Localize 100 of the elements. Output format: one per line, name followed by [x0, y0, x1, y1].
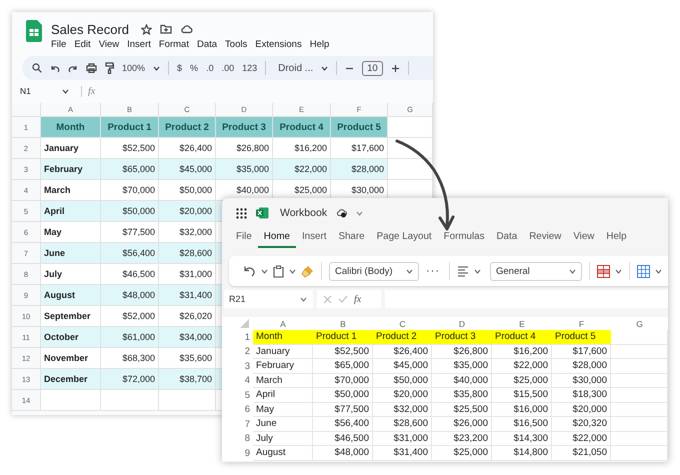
menu-item[interactable]: Tools	[225, 39, 248, 50]
table-cell: Product 2	[159, 117, 216, 138]
caret-icon[interactable]	[615, 268, 622, 274]
increase-decimal-button[interactable]: .00	[222, 63, 234, 73]
brush-icon[interactable]	[301, 264, 314, 278]
table-cell: $14,300	[492, 432, 552, 446]
row-number[interactable]: 9	[222, 446, 253, 460]
paint-format-icon[interactable]	[105, 62, 114, 74]
ribbon-tab[interactable]: Review	[523, 228, 568, 248]
percent-button[interactable]: %	[190, 63, 198, 73]
table-cell: $25,000	[432, 446, 492, 460]
caret-icon[interactable]	[261, 268, 268, 274]
caret-icon[interactable]	[62, 88, 69, 94]
table-cell	[388, 117, 433, 138]
font-dropdown[interactable]: Droid ...	[278, 62, 314, 74]
table-cell: January	[253, 344, 313, 359]
font-size-field[interactable]: 10	[362, 60, 383, 76]
row-number[interactable]: 3	[222, 359, 253, 374]
table-cell	[611, 446, 668, 460]
ribbon-tab[interactable]: Insert	[296, 228, 332, 248]
menu-item[interactable]: Insert	[127, 39, 151, 50]
table-cell: $16,500	[492, 417, 552, 432]
ribbon-tab[interactable]: Share	[332, 228, 371, 248]
table-cell	[388, 138, 433, 159]
formula-input-field[interactable]	[385, 290, 668, 308]
table-cell: June	[41, 243, 101, 264]
table-cell: $32,000	[373, 402, 432, 417]
table-cell: August	[41, 285, 101, 306]
number-format-button[interactable]: 123	[242, 63, 258, 73]
ribbon-tab[interactable]: Data	[490, 228, 524, 248]
name-box[interactable]: R21	[224, 290, 313, 308]
excel-logo-icon[interactable]	[256, 207, 269, 219]
caret-icon[interactable]	[474, 268, 481, 274]
row-number[interactable]: 8	[222, 432, 253, 446]
table-cell: $22,000	[552, 432, 611, 446]
table-cell: $18,300	[552, 388, 611, 402]
ribbon-tab[interactable]: View	[567, 228, 600, 248]
column-header[interactable]: D	[432, 317, 492, 330]
table-cell: $22,000	[273, 159, 331, 180]
row-number[interactable]: 1	[222, 330, 253, 344]
menu-item[interactable]: Help	[310, 39, 330, 50]
app-grid-icon[interactable]	[236, 208, 247, 218]
caret-icon[interactable]	[655, 268, 662, 274]
borders-icon[interactable]	[597, 264, 610, 278]
caret-icon[interactable]	[153, 66, 160, 70]
column-header[interactable]: A	[253, 317, 313, 330]
cloud-icon[interactable]	[180, 24, 194, 34]
column-header[interactable]: C	[373, 317, 432, 330]
cloud-sync-icon[interactable]	[336, 208, 348, 218]
table-icon[interactable]	[637, 264, 650, 278]
menu-item[interactable]: Edit	[74, 39, 91, 50]
menu-item[interactable]: Data	[196, 39, 218, 50]
table-cell: $65,000	[101, 159, 159, 180]
menu-item[interactable]: Extensions	[255, 39, 302, 50]
ribbon-tab[interactable]: Home	[258, 228, 296, 248]
row-number[interactable]: 4	[222, 374, 253, 388]
table-cell: $25,500	[432, 402, 492, 417]
ribbon-tab[interactable]: Page Layout	[370, 228, 438, 248]
decrease-decimal-button[interactable]: .0	[206, 63, 214, 73]
caret-icon[interactable]	[321, 66, 328, 70]
number-format-dropdown[interactable]: General	[490, 262, 582, 280]
ribbon-tab[interactable]: Formulas	[438, 228, 490, 248]
search-icon[interactable]	[32, 63, 42, 73]
caret-icon[interactable]	[569, 268, 576, 274]
folder-icon[interactable]	[160, 24, 172, 34]
star-icon[interactable]	[141, 24, 152, 34]
undo-icon[interactable]	[50, 64, 60, 72]
font-dropdown[interactable]: Calibri (Body)	[329, 262, 419, 280]
currency-button[interactable]: $	[177, 63, 182, 73]
row-number[interactable]: 6	[222, 402, 253, 417]
column-header[interactable]: B	[313, 317, 373, 330]
plus-icon[interactable]	[390, 64, 400, 72]
menu-item[interactable]: File	[51, 39, 66, 50]
column-header[interactable]: E	[492, 317, 552, 330]
ribbon-tab[interactable]: File	[230, 228, 258, 248]
row-number[interactable]: 7	[222, 417, 253, 432]
caret-icon[interactable]	[406, 268, 413, 274]
column-header[interactable]: F	[552, 317, 611, 330]
more-options-button[interactable]: ···	[424, 265, 442, 277]
name-box[interactable]: N1	[20, 86, 58, 96]
column-header[interactable]: G	[611, 317, 668, 330]
table-cell: July	[253, 432, 313, 446]
check-icon[interactable]	[338, 295, 348, 303]
table-cell: $16,000	[492, 402, 552, 417]
formula-label[interactable]: fx	[354, 294, 362, 304]
menu-item[interactable]: Format	[158, 39, 189, 50]
align-icon[interactable]	[457, 266, 469, 276]
document-title[interactable]: Workbook	[280, 207, 328, 219]
undo-icon[interactable]	[243, 265, 256, 277]
redo-icon[interactable]	[68, 64, 78, 72]
zoom-dropdown[interactable]: 100%	[122, 63, 146, 73]
document-title: Sales Record	[51, 22, 130, 36]
print-icon[interactable]	[86, 63, 97, 73]
clipboard-icon[interactable]	[273, 264, 284, 278]
row-number[interactable]: 2	[222, 344, 253, 359]
table-cell: Product 3	[216, 117, 273, 138]
row-number[interactable]: 5	[222, 388, 253, 402]
menu-item[interactable]: View	[98, 39, 120, 50]
ribbon-tab[interactable]: Help	[600, 228, 633, 248]
caret-icon[interactable]	[289, 268, 296, 274]
